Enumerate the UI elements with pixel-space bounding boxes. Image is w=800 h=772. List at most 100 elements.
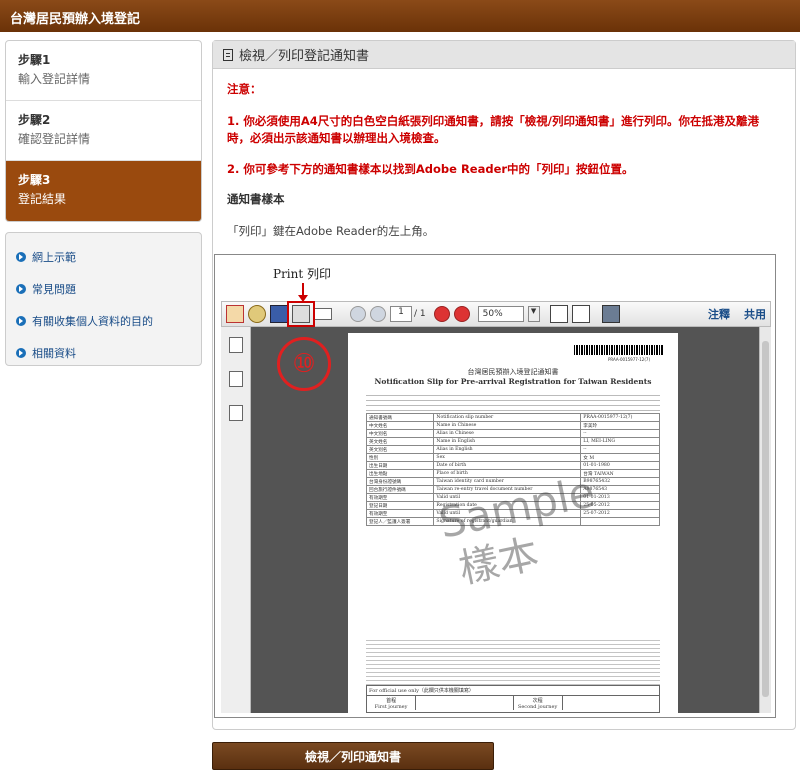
note-title: 注意： [227, 82, 262, 96]
link-label: 相關資料 [32, 347, 76, 360]
slip-cell: 中文姓名 [365, 421, 435, 430]
second-journey: 次程 Second journey [514, 696, 563, 710]
link-label: 常見問題 [32, 283, 76, 296]
slip-cell: 李美玲 [580, 421, 660, 430]
step-label: 登記結果 [18, 192, 67, 206]
link-personal-data[interactable]: 有關收集個人資料的目的 [16, 305, 191, 337]
link-faq[interactable]: 常見問題 [16, 273, 191, 305]
slip-row: 英文別名 Alias in English -- [365, 445, 660, 454]
notification-slip: PRAA-0015977-12(7) 台灣居民預辦入境登記通知書 Notific… [348, 333, 678, 713]
first-journey: 首程 First journey [367, 696, 417, 710]
slip-row: 英文姓名 Name in English LI, MEI-LING [365, 437, 660, 446]
slip-cell: 有效期至 [365, 493, 435, 502]
step-2: 步驟2 確認登記詳情 [6, 101, 201, 161]
zoom-out-icon [433, 306, 450, 322]
slip-cell: 台灣 TAIWAN [580, 469, 660, 478]
step-annotation: ⑩ [277, 337, 331, 391]
prev-page-icon [350, 306, 366, 322]
slip-cell: 登記日期 [365, 501, 435, 510]
slip-cell: 台灣身份證號碼 [365, 477, 435, 486]
help-links: 網上示範 常見問題 有關收集個人資料的目的 相關資料 [5, 232, 202, 366]
zoom-field: 50% [477, 306, 524, 322]
slip-row: 出生地點 Place of birth 台灣 TAIWAN [365, 469, 660, 478]
note-1: 1. 你必須使用A4尺寸的白色空白紙張列印通知書，請按「檢視/列印通知書」進行列… [227, 114, 759, 145]
sample-title: 通知書樣本 [227, 192, 285, 206]
page-number-field: 1 [390, 306, 412, 322]
slip-cell: 出生日期 [365, 461, 435, 470]
pages-icon [228, 337, 243, 353]
slip-intro [366, 391, 660, 413]
slip-row: 性別 Sex 女 M [365, 453, 660, 462]
save-icon [270, 305, 288, 323]
next-page-icon [370, 306, 386, 322]
official-use-label: For official use only（此欄只供本機關填寫） [367, 686, 659, 696]
slip-cell [580, 517, 660, 526]
document-icon [223, 48, 233, 61]
chevron-down-icon: ▼ [527, 306, 540, 322]
page-total: / 1 [414, 309, 426, 319]
slip-cell: Alias in Chinese [433, 429, 582, 438]
slip-cell: Date of birth [433, 461, 582, 470]
zoom-in-icon [453, 306, 470, 322]
barcode-number: PRAA-0015977-12(7) [608, 357, 650, 362]
slip-row: 中文別名 Alias in Chinese -- [365, 429, 660, 438]
slip-cell: 回台旅行證件號碼 [365, 485, 435, 494]
panel-content: 注意： 1. 你必須使用A4尺寸的白色空白紙張列印通知書，請按「檢視/列印通知書… [213, 69, 795, 247]
fit-page-icon [549, 305, 568, 323]
fit-width-icon [571, 305, 590, 323]
slip-row: 出生日期 Date of birth 01-01-1980 [365, 461, 660, 470]
settings-icon [248, 305, 266, 323]
app-title: 台灣居民預辦入境登記 [10, 12, 141, 27]
panel-header: 檢視／列印登記通知書 [213, 41, 795, 69]
slip-cell: Name in Chinese [433, 421, 582, 430]
link-related-info[interactable]: 相關資料 [16, 337, 191, 369]
comment-label: 注釋 [708, 308, 730, 321]
slip-cell: B98765432 [580, 477, 660, 486]
official-use-box: For official use only（此欄只供本機關填寫） 首程 Firs… [366, 685, 660, 713]
step-number: 步驟3 [18, 173, 51, 187]
view-print-button[interactable]: 檢視／列印通知書 [212, 742, 494, 770]
slip-row: 中文姓名 Name in Chinese 李美玲 [365, 421, 660, 430]
step-label: 輸入登記詳情 [18, 72, 91, 86]
share-label: 共用 [744, 308, 766, 321]
slip-cell: Name in English [433, 437, 582, 446]
slip-cell: Notification slip number [433, 413, 582, 422]
slip-cell: Sex [433, 453, 582, 462]
link-label: 有關收集個人資料的目的 [32, 315, 153, 328]
slip-row: 通知書號碼 Notification slip number PRAA-001597… [365, 413, 660, 422]
sample-screenshot: Print 列印 1 / 1 50% ▼ 注釋 共用 ⑩ PRAA-001597 [214, 254, 776, 718]
step-3-active: 步驟3 登記結果 [6, 161, 201, 221]
slip-cell: 出生地點 [365, 469, 435, 478]
step-label: 確認登記詳情 [18, 132, 91, 146]
panel-title: 檢視／列印登記通知書 [239, 49, 370, 64]
barcode-icon [574, 345, 664, 355]
reader-sidebar [221, 327, 251, 713]
app-header: 台灣居民預辦入境登記 [0, 0, 800, 32]
print-highlight [287, 301, 315, 327]
step-1: 步驟1 輸入登記詳情 [6, 41, 201, 101]
sample-description: 「列印」鍵在Adobe Reader的左上角。 [227, 224, 435, 238]
slip-cell: LI, MEI-LING [580, 437, 660, 446]
slip-cell: 01-01-1980 [580, 461, 660, 470]
step-number: 步驟2 [18, 113, 51, 127]
arrow-circle-icon [16, 284, 26, 294]
slip-title-zh: 台灣居民預辦入境登記通知書 [467, 368, 559, 376]
slip-cell: Alias in English [433, 445, 582, 454]
expand-icon [601, 305, 620, 323]
print-label: Print 列印 [273, 267, 332, 281]
slip-cell: -- [580, 429, 660, 438]
binoculars-icon [228, 405, 243, 421]
slip-cell: 有效期至 [365, 509, 435, 518]
slip-cell: 性別 [365, 453, 435, 462]
slip-cell: PRAA-0015977-12(7) [580, 413, 660, 422]
arrow-circle-icon [16, 348, 26, 358]
note-2: 2. 你可參考下方的通知書樣本以找到Adobe Reader中的「列印」按鈕位置… [227, 162, 634, 176]
slip-cell: 登記人／監護人簽署 [365, 517, 435, 526]
slip-notes [366, 637, 660, 687]
step-list: 步驟1 輸入登記詳情 步驟2 確認登記詳情 步驟3 登記結果 [5, 40, 202, 222]
slip-cell: 女 M [580, 453, 660, 462]
link-online-demo[interactable]: 網上示範 [16, 241, 191, 273]
slip-cell: -- [580, 445, 660, 454]
slip-cell: 中文別名 [365, 429, 435, 438]
attachment-icon [228, 371, 243, 387]
